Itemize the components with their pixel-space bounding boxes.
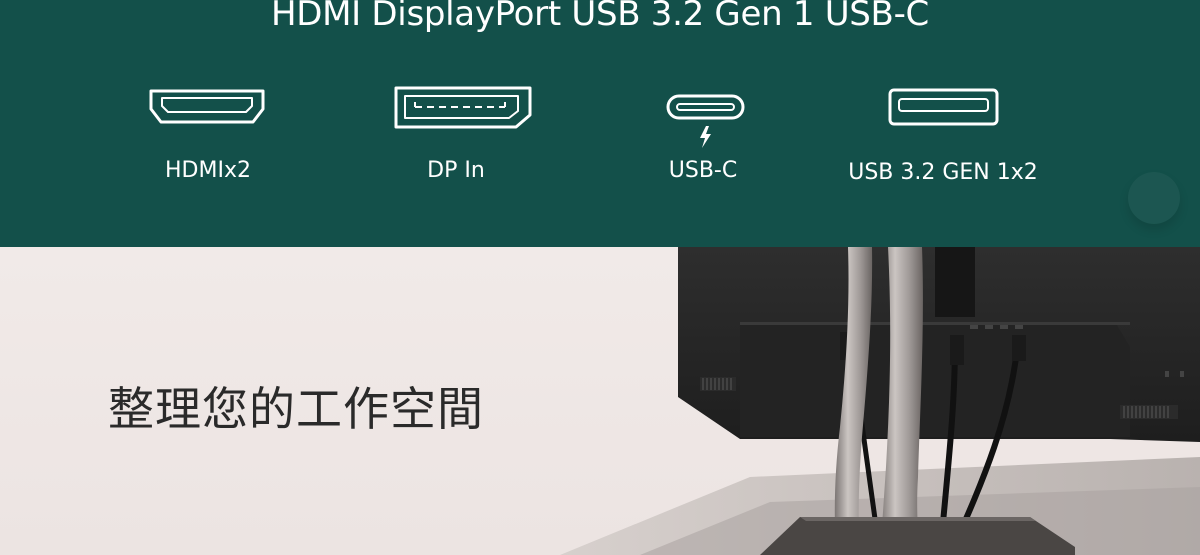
cable-management-photo: 整理您的工作空間 — [0, 247, 1200, 555]
ports-band: HDMI DisplayPort USB 3.2 Gen 1 USB-C HDM… — [0, 0, 1200, 247]
port-label-hdmi: HDMIx2 — [165, 158, 251, 183]
hdmi-port-icon — [148, 88, 266, 130]
usb-a-icon — [887, 87, 1000, 131]
page: HDMI DisplayPort USB 3.2 Gen 1 USB-C HDM… — [0, 0, 1200, 555]
scroll-hint-button[interactable] — [1128, 172, 1180, 224]
displayport-icon — [393, 85, 533, 134]
workspace-heading: 整理您的工作空間 — [108, 382, 484, 436]
port-label-usb-a: USB 3.2 GEN 1x2 — [848, 160, 1038, 185]
usb-c-icon — [666, 94, 746, 154]
ports-heading: HDMI DisplayPort USB 3.2 Gen 1 USB-C — [271, 0, 929, 34]
port-label-usb-c: USB-C — [668, 158, 738, 183]
port-label-dp: DP In — [427, 158, 485, 183]
